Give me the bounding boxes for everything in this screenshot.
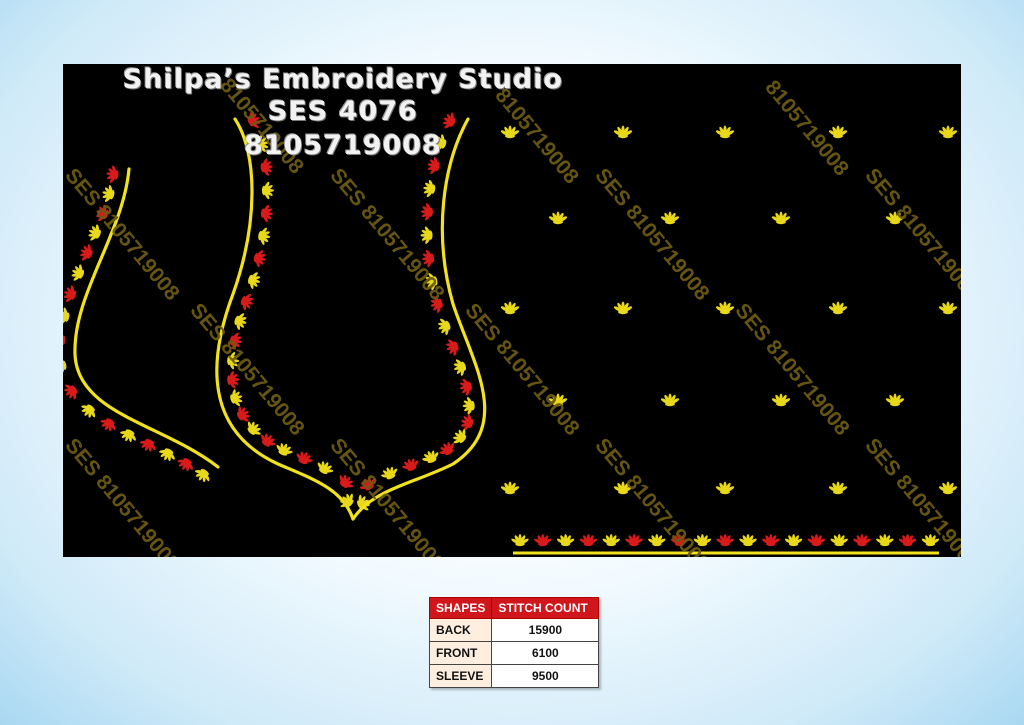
flower-motif — [276, 443, 293, 456]
flower-motif — [739, 534, 757, 547]
flower-motif — [762, 534, 780, 547]
flower-motif — [807, 534, 826, 547]
flower-motif — [534, 534, 552, 547]
flower-motif — [106, 165, 119, 183]
flower-motif — [853, 534, 871, 547]
flower-motif — [317, 461, 334, 475]
count-cell: 9500 — [491, 664, 600, 688]
count-cell: 6100 — [491, 641, 600, 665]
flower-motif — [660, 211, 680, 225]
flower-motif — [511, 534, 529, 547]
flower-motif — [63, 285, 77, 302]
flower-motif — [771, 211, 791, 225]
flower-motif — [261, 181, 274, 200]
flower-motif — [100, 418, 116, 432]
flower-motif — [71, 264, 85, 281]
flower-motif — [828, 301, 848, 315]
flower-motif — [938, 125, 958, 139]
flower-motif — [784, 534, 803, 547]
studio-phone: 8105719008 — [244, 130, 442, 161]
flower-motif — [715, 481, 735, 495]
shapes-header: SHAPES — [428, 597, 493, 619]
flower-motif — [194, 468, 210, 483]
flower-motif — [420, 203, 433, 221]
flower-motif — [230, 389, 243, 407]
flower-motif — [548, 211, 568, 225]
count-cell: 15900 — [491, 618, 600, 642]
flower-motif — [81, 404, 96, 418]
table-row: BACK 15900 — [428, 618, 600, 642]
flower-motif — [248, 272, 261, 290]
table-header-row: SHAPES STITCH COUNT — [428, 597, 600, 619]
flower-motif — [660, 393, 680, 407]
design-code: SES 4076 — [268, 96, 418, 127]
flower-motif — [715, 125, 735, 139]
flower-motif — [500, 301, 520, 315]
shape-cell: FRONT — [428, 641, 493, 665]
flower-motif — [579, 534, 598, 547]
flower-motif — [500, 481, 520, 495]
flower-motif — [234, 313, 247, 331]
flower-motif — [80, 244, 93, 261]
flower-motif — [64, 384, 78, 400]
flower-motif — [236, 406, 250, 422]
shape-cell: BACK — [428, 618, 493, 642]
flower-motif — [159, 448, 175, 462]
flower-motif — [258, 227, 271, 245]
flower-motif — [828, 481, 848, 495]
stitch-count-header: STITCH COUNT — [491, 597, 600, 619]
flower-motif — [296, 451, 313, 465]
flower-motif — [453, 359, 467, 376]
flower-motif — [438, 318, 451, 336]
flower-motif — [716, 534, 734, 547]
flower-motif — [260, 204, 274, 223]
flower-motif — [63, 331, 66, 346]
flower-motif — [625, 534, 643, 547]
flower-motif — [63, 307, 70, 325]
flower-motif — [422, 450, 439, 464]
flower-motif — [876, 534, 894, 547]
table-row: FRONT 6100 — [428, 641, 600, 665]
flower-motif — [253, 250, 266, 268]
flower-motif — [938, 301, 958, 315]
flower-motif — [938, 481, 958, 495]
flower-motif — [556, 534, 575, 547]
flower-motif — [602, 534, 620, 547]
flower-motif — [462, 397, 475, 415]
flower-motif — [420, 226, 433, 244]
flower-motif — [120, 429, 136, 443]
flower-motif — [240, 293, 254, 311]
flower-motif — [446, 339, 459, 356]
flower-motif — [177, 458, 193, 472]
flower-motif — [885, 393, 905, 407]
flower-motif — [898, 534, 917, 547]
flower-motif — [461, 413, 474, 431]
stitch-count-table: SHAPES STITCH COUNT BACK 15900 FRONT 610… — [428, 597, 600, 688]
flower-motif — [459, 378, 472, 396]
flower-motif — [402, 458, 419, 471]
studio-title: Shilpa’s Embroidery Studio — [122, 64, 564, 95]
flower-motif — [613, 301, 633, 315]
flower-motif — [830, 534, 848, 547]
shape-cell: SLEEVE — [428, 664, 493, 688]
table-row: SLEEVE 9500 — [428, 664, 600, 688]
flower-motif — [828, 125, 848, 139]
flower-motif — [139, 439, 156, 452]
flower-motif — [423, 179, 436, 198]
flower-motif — [63, 357, 67, 375]
flower-motif — [771, 393, 791, 407]
